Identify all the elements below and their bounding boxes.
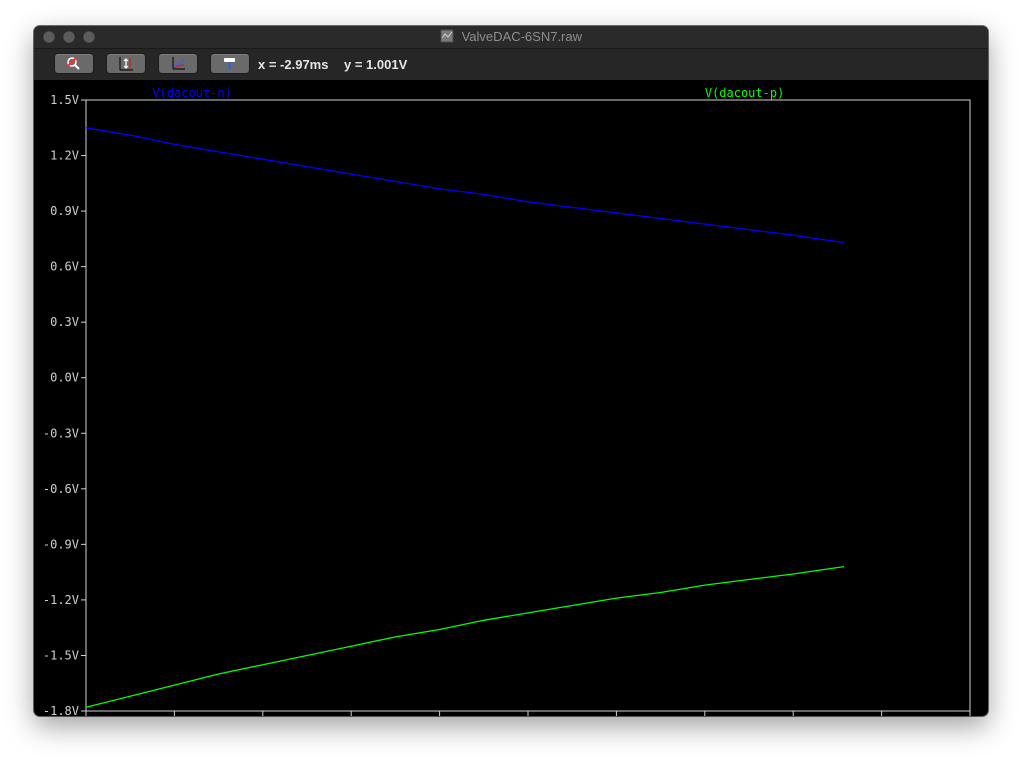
zoom-to-fit-button[interactable] <box>159 54 197 73</box>
legend-labels: V(dacout-n) V(dacout-p) <box>152 86 784 100</box>
series-line-dacout-n[interactable] <box>85 127 845 244</box>
y-tick-label: 1.2V <box>50 149 79 163</box>
waveform-window: ValveDAC-6SN7.raw x = -2.97ms y = 1.001V… <box>34 26 988 716</box>
y-tick-label: -0.3V <box>43 426 79 440</box>
waveform-plot[interactable]: 1.5V 1.2V 0.9V 0.6V 0.3V 0.0V -0.3V -0.6V -0.9V -… <box>34 80 988 716</box>
autorange-y-icon <box>119 57 133 71</box>
legend-label-dacout-p[interactable]: V(dacout-p) <box>705 86 784 100</box>
y-tick-label: 0.9V <box>50 204 79 218</box>
y-tick-label: -0.9V <box>43 537 79 551</box>
window-title: ValveDAC-6SN7.raw <box>461 29 583 44</box>
raw-file-icon <box>440 29 454 43</box>
y-cursor-readout: y = 1.001V <box>344 57 408 72</box>
y-tick-labels: 1.5V 1.2V 0.9V 0.6V 0.3V 0.0V -0.3V -0.6V -0.9V -… <box>43 93 79 716</box>
zoom-cancel-icon <box>67 57 80 70</box>
y-tick-label: -1.8V <box>43 704 79 716</box>
series-line-dacout-p[interactable] <box>85 565 845 708</box>
title-bar[interactable]: ValveDAC-6SN7.raw <box>34 26 988 49</box>
y-tick-label: -1.5V <box>43 648 79 662</box>
axis-ticks <box>81 99 971 716</box>
toolbar: x = -2.97ms y = 1.001V <box>34 49 988 80</box>
y-tick-label: 0.3V <box>50 315 79 329</box>
y-tick-label: 0.0V <box>50 371 79 385</box>
plot-area-frame <box>85 99 971 712</box>
y-tick-label: -1.2V <box>43 593 79 607</box>
legend-label-dacout-n[interactable]: V(dacout-n) <box>152 86 231 100</box>
zoom-to-fit-icon <box>172 57 185 70</box>
series-traces <box>85 127 845 708</box>
zoom-cancel-button[interactable] <box>55 54 93 73</box>
y-tick-label: 0.6V <box>50 260 79 274</box>
hammer-icon <box>224 58 235 70</box>
hammer-button[interactable] <box>211 54 249 73</box>
y-tick-label: -0.6V <box>43 482 79 496</box>
y-tick-label: 1.5V <box>50 93 79 107</box>
window-title-container: ValveDAC-6SN7.raw <box>34 26 988 48</box>
autorange-y-button[interactable] <box>107 54 145 73</box>
x-cursor-readout: x = -2.97ms <box>258 57 329 72</box>
